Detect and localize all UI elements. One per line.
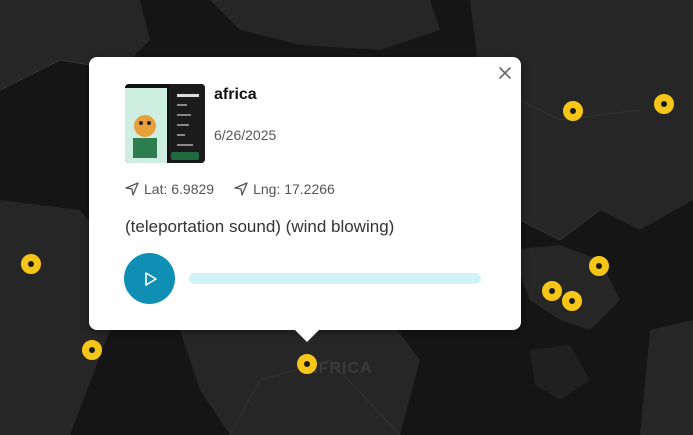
recording-description: (teleportation sound) (wind blowing) [125,217,395,236]
navigation-arrow-icon [125,182,139,196]
latitude-label: Lat: 6.9829 [144,181,215,197]
map-marker[interactable] [589,256,609,276]
close-icon[interactable] [497,65,513,81]
latitude: Lat: 6.9829 [125,181,214,197]
map-marker[interactable] [21,254,41,274]
audio-progress-bar[interactable] [189,273,481,284]
recording-thumbnail [125,84,205,163]
map-marker[interactable] [542,281,562,301]
location-popup: africa 6/26/2025 Lat: 6.9829 Lng: 17.226… [89,57,521,342]
coordinates: Lat: 6.9829 Lng: 17.2266 [125,181,335,197]
recording-title: africa [214,86,257,103]
recording-date: 6/26/2025 [214,127,277,143]
longitude: Lng: 17.2266 [234,181,335,197]
navigation-arrow-icon [234,182,248,196]
map-marker[interactable] [563,101,583,121]
play-button[interactable] [124,253,175,304]
popup-pointer [295,330,319,342]
map-marker[interactable] [562,291,582,311]
play-icon [144,271,157,286]
map-marker[interactable] [82,340,102,360]
map-marker[interactable] [297,354,317,374]
map-marker[interactable] [654,94,674,114]
longitude-label: Lng: 17.2266 [253,181,335,197]
